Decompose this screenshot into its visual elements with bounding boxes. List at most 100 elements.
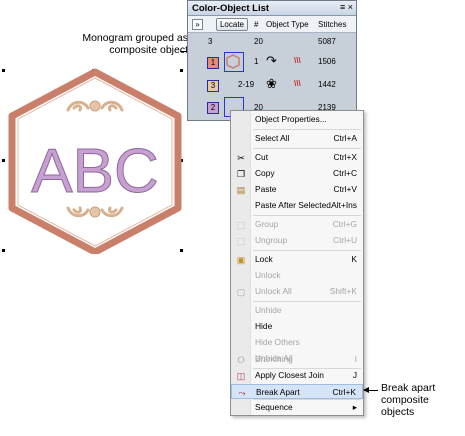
- scissors-icon: ✂: [237, 153, 245, 163]
- menu-separator: [253, 301, 361, 302]
- break-apart-annotation-line2: composite: [381, 394, 429, 406]
- row-count: 2-19: [238, 80, 255, 89]
- menu-item-paste[interactable]: ▤ Paste Ctrl+V: [231, 182, 363, 197]
- menu-item-branching[interactable]: ⭘ Branching I: [231, 352, 363, 367]
- menu-item-label: Unlock: [255, 270, 281, 280]
- color-swatch-1: 1: [207, 57, 219, 69]
- monogram-annotation-line2: composite object: [109, 44, 188, 56]
- menu-item-shortcut: Ctrl+A: [333, 133, 357, 143]
- row-stitches: 5087: [318, 37, 336, 46]
- paste-icon: ▤: [236, 185, 246, 195]
- context-menu: Object Properties... Select All Ctrl+A ✂…: [230, 110, 364, 416]
- menu-item-shortcut: Ctrl+V: [333, 184, 357, 194]
- menu-item-unlock[interactable]: Unlock: [231, 268, 363, 283]
- bottom-ornament-center: [89, 206, 101, 218]
- menu-separator: [253, 129, 361, 130]
- menu-item-hide-others[interactable]: Hide Others: [231, 335, 363, 350]
- column-header-hash: #: [254, 20, 259, 29]
- menu-item-label: Select All: [255, 133, 290, 143]
- locate-button[interactable]: Locate: [216, 18, 248, 31]
- break-apart-icon: ⤳: [238, 388, 246, 398]
- break-apart-annotation-line1: Break apart: [381, 382, 436, 394]
- break-apart-arrowhead: [363, 387, 369, 393]
- group-icon: ⬚: [236, 220, 246, 230]
- panel-title-bar: Color-Object List ≡ ×: [188, 1, 356, 16]
- menu-item-shortcut: Ctrl+G: [332, 219, 357, 229]
- menu-item-label: Hide Others: [255, 337, 300, 347]
- table-row[interactable]: 1 1 ↷ \\\ 1506: [188, 51, 356, 73]
- row-stitches: 1442: [318, 80, 336, 89]
- menu-item-label: Unlock All: [255, 286, 292, 296]
- branching-icon: ⭘: [237, 355, 245, 365]
- menu-item-label: Copy: [255, 168, 275, 178]
- menu-item-paste-after-selected[interactable]: Paste After Selected Alt+Ins: [231, 198, 363, 213]
- row-color-num: 3: [208, 37, 213, 46]
- object-thumbnail: [224, 52, 244, 72]
- break-apart-annotation: Break apart composite objects: [381, 382, 461, 418]
- menu-item-shortcut: Ctrl+U: [333, 235, 357, 245]
- menu-item-label: Object Properties...: [255, 114, 327, 124]
- menu-item-shortcut: K: [351, 254, 357, 264]
- object-type-icon: ❀: [266, 76, 277, 91]
- row-count: 20: [254, 37, 263, 46]
- row-count: 1: [254, 57, 259, 66]
- color-object-list-panel: Color-Object List ≡ × » Locate # Object …: [187, 0, 357, 121]
- menu-item-label: Ungroup: [255, 235, 288, 245]
- closest-join-icon: ◫: [236, 371, 246, 381]
- menu-item-label: Paste After Selected: [255, 200, 331, 210]
- monogram-annotation: Monogram grouped as composite object: [68, 32, 188, 56]
- row-stitches: 1506: [318, 57, 336, 66]
- menu-item-lock[interactable]: ▣ Lock K: [231, 252, 363, 267]
- table-row[interactable]: 3 2-19 ❀ \\\ 1442: [188, 74, 356, 96]
- monogram-design[interactable]: ABC: [0, 66, 190, 254]
- menu-item-cut[interactable]: ✂ Cut Ctrl+X: [231, 150, 363, 165]
- menu-item-shortcut: Ctrl+C: [333, 168, 357, 178]
- column-header-stitches: Stitches: [318, 20, 347, 29]
- menu-separator: [253, 399, 361, 400]
- color-swatch-2: 2: [207, 102, 219, 114]
- menu-item-label: Unhide: [255, 305, 282, 315]
- menu-item-label: Break Apart: [256, 387, 300, 397]
- break-apart-annotation-line3: objects: [381, 406, 415, 418]
- color-swatch-3: 3: [207, 80, 219, 92]
- menu-item-copy[interactable]: ❐ Copy Ctrl+C: [231, 166, 363, 181]
- menu-item-sequence[interactable]: Sequence ▸: [231, 400, 363, 415]
- menu-item-shortcut: Alt+Ins: [331, 200, 357, 210]
- menu-item-hide[interactable]: Hide: [231, 319, 363, 334]
- menu-separator: [253, 148, 361, 149]
- menu-item-shortcut: Ctrl+K: [332, 387, 356, 397]
- lock-icon: ▣: [236, 255, 246, 265]
- monogram-artwork: ABC: [8, 68, 182, 254]
- menu-item-shortcut: Ctrl+X: [333, 152, 357, 162]
- ungroup-icon: ⬚: [236, 236, 246, 246]
- menu-item-break-apart[interactable]: ⤳ Break Apart Ctrl+K: [231, 384, 363, 399]
- top-ornament-center: [89, 100, 101, 112]
- menu-item-label: Paste: [255, 184, 277, 194]
- column-header-object-type: Object Type: [266, 20, 309, 29]
- panel-header-row: » Locate # Object Type Stitches: [188, 16, 356, 33]
- panel-window-controls[interactable]: ≡ ×: [340, 2, 353, 12]
- menu-separator: [253, 215, 361, 216]
- menu-item-unlock-all[interactable]: ▢ Unlock All Shift+K: [231, 284, 363, 299]
- monogram-annotation-line1: Monogram grouped as: [82, 32, 188, 44]
- menu-item-shortcut: I: [354, 354, 357, 364]
- unlock-icon: ▢: [236, 287, 246, 297]
- menu-item-unhide[interactable]: Unhide: [231, 303, 363, 318]
- table-row[interactable]: 3 20 5087: [188, 35, 356, 51]
- menu-item-label: Branching: [255, 354, 293, 364]
- menu-item-shortcut: J: [352, 370, 357, 380]
- copy-icon: ❐: [236, 169, 246, 179]
- menu-item-shortcut: ▸: [352, 402, 357, 412]
- menu-item-select-all[interactable]: Select All Ctrl+A: [231, 131, 363, 146]
- menu-separator: [253, 250, 361, 251]
- menu-item-object-properties[interactable]: Object Properties...: [231, 112, 363, 127]
- menu-item-label: Sequence: [255, 402, 293, 412]
- object-type-icon: ↷: [266, 53, 277, 68]
- menu-item-label: Cut: [255, 152, 269, 162]
- stitch-type-icon: \\\: [294, 79, 301, 88]
- menu-item-group[interactable]: ⬚ Group Ctrl+G: [231, 217, 363, 232]
- menu-item-label: Hide: [255, 321, 273, 331]
- menu-item-ungroup[interactable]: ⬚ Ungroup Ctrl+U: [231, 233, 363, 248]
- menu-item-apply-closest-join[interactable]: ◫ Apply Closest Join J: [231, 368, 363, 383]
- expand-toggle-button[interactable]: »: [192, 19, 203, 30]
